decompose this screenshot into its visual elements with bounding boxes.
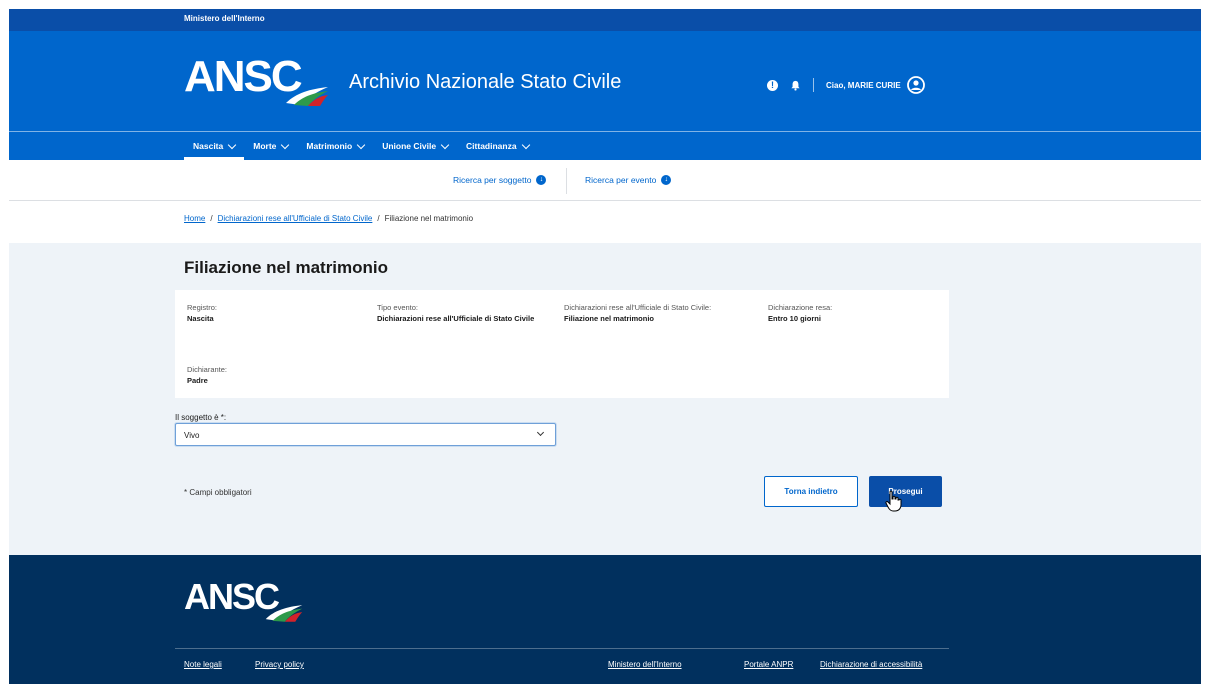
field-label: Dichiarante: bbox=[187, 365, 228, 374]
flag-swoosh-icon bbox=[265, 605, 303, 622]
bell-icon[interactable] bbox=[790, 80, 801, 91]
user-menu[interactable]: Ciao, MARIE CURIE bbox=[826, 76, 925, 94]
user-greeting: Ciao, MARIE CURIE bbox=[826, 80, 901, 90]
site-footer: ANSC Note legali Privacy policy Minister… bbox=[9, 555, 1201, 684]
field-value: Filiazione nel matrimonio bbox=[564, 314, 655, 323]
search-by-subject-link[interactable]: Ricerca per soggetto ↓ bbox=[453, 175, 547, 185]
search-by-event-link[interactable]: Ricerca per evento ↓ bbox=[585, 175, 672, 185]
field-label: Tipo evento: bbox=[377, 303, 418, 312]
breadcrumb-current: Filiazione nel matrimonio bbox=[384, 214, 474, 223]
ministry-link[interactable]: Ministero dell'Interno bbox=[184, 14, 265, 23]
subnav-divider bbox=[566, 168, 567, 194]
nav-label: Cittadinanza bbox=[466, 141, 517, 151]
site-header: ANSC Archivio Nazionale Stato Civile ! C… bbox=[9, 31, 1201, 131]
select-value: Vivo bbox=[184, 431, 200, 440]
main-nav: Nascita Morte Matrimonio Unione Civile C… bbox=[9, 131, 1201, 160]
field-registro: Registro: Nascita bbox=[187, 302, 217, 324]
search-subnav: Ricerca per soggetto ↓ Ricerca per event… bbox=[9, 160, 1201, 201]
site-title: Archivio Nazionale Stato Civile bbox=[349, 71, 622, 93]
required-fields-note: * Campi obbligatori bbox=[184, 488, 252, 497]
nav-item-unione-civile[interactable]: Unione Civile bbox=[373, 132, 457, 160]
nav-label: Matrimonio bbox=[306, 141, 353, 151]
footer-link-privacy[interactable]: Privacy policy bbox=[255, 660, 304, 669]
breadcrumb-separator: / bbox=[377, 214, 380, 223]
field-value: Nascita bbox=[187, 314, 214, 323]
field-value: Entro 10 giorni bbox=[768, 314, 821, 323]
header-actions: ! Ciao, MARIE CURIE bbox=[767, 76, 925, 94]
link-label: Ricerca per evento bbox=[585, 175, 657, 185]
nav-label: Morte bbox=[253, 141, 277, 151]
field-value: Padre bbox=[187, 376, 208, 385]
chevron-down-icon bbox=[536, 428, 545, 437]
main-content: Filiazione nel matrimonio Registro: Nasc… bbox=[9, 243, 1201, 555]
breadcrumb-separator: / bbox=[210, 214, 213, 223]
footer-link-legal[interactable]: Note legali bbox=[184, 660, 222, 669]
nav-item-matrimonio[interactable]: Matrimonio bbox=[297, 132, 373, 160]
app-frame: Ministero dell'Interno ANSC Archivio Naz… bbox=[9, 9, 1201, 684]
nav-item-cittadinanza[interactable]: Cittadinanza bbox=[457, 132, 538, 160]
field-dichiarante: Dichiarante: Padre bbox=[187, 364, 227, 386]
chevron-down-icon bbox=[281, 140, 290, 149]
field-label: Dichiarazioni rese all'Ufficiale di Stat… bbox=[564, 303, 712, 312]
arrow-down-circle-icon: ↓ bbox=[661, 175, 672, 185]
footer-link-ministry[interactable]: Ministero dell'Interno bbox=[608, 660, 682, 669]
chevron-down-icon bbox=[228, 140, 237, 149]
soggetto-select[interactable]: Vivo bbox=[175, 423, 556, 446]
footer-link-anpr[interactable]: Portale ANPR bbox=[744, 660, 793, 669]
field-label: Dichiarazione resa: bbox=[768, 303, 833, 312]
flag-swoosh-icon bbox=[286, 87, 328, 106]
link-label: Ricerca per soggetto bbox=[453, 175, 532, 185]
field-value: Dichiarazioni rese all'Ufficiale di Stat… bbox=[377, 314, 535, 323]
nav-label: Unione Civile bbox=[382, 141, 437, 151]
soggetto-label: Il soggetto è *: bbox=[175, 413, 227, 422]
field-tipo-evento: Tipo evento: Dichiarazioni rese all'Uffi… bbox=[377, 302, 552, 324]
breadcrumb: Home / Dichiarazioni rese all'Ufficiale … bbox=[184, 214, 473, 223]
ansc-logo[interactable]: ANSC bbox=[184, 55, 334, 111]
next-button[interactable]: Prosegui bbox=[869, 476, 942, 507]
breadcrumb-home[interactable]: Home bbox=[184, 214, 205, 223]
summary-card: Registro: Nascita Tipo evento: Dichiaraz… bbox=[175, 290, 949, 398]
chevron-down-icon bbox=[356, 140, 366, 149]
chevron-down-icon bbox=[521, 140, 530, 149]
breadcrumb-parent[interactable]: Dichiarazioni rese all'Ufficiale di Stat… bbox=[218, 214, 373, 223]
nav-item-nascita[interactable]: Nascita bbox=[184, 132, 245, 160]
hand-cursor-icon bbox=[885, 490, 902, 512]
nav-item-morte[interactable]: Morte bbox=[244, 132, 297, 160]
nav-label: Nascita bbox=[193, 141, 224, 151]
user-avatar-icon bbox=[906, 76, 925, 94]
page-title: Filiazione nel matrimonio bbox=[184, 258, 389, 277]
field-dichiarazioni: Dichiarazioni rese all'Ufficiale di Stat… bbox=[564, 302, 754, 324]
chevron-down-icon bbox=[440, 140, 450, 149]
info-icon[interactable]: ! bbox=[767, 79, 778, 91]
back-button[interactable]: Torna indietro bbox=[764, 476, 858, 507]
header-separator bbox=[813, 78, 814, 92]
slim-header: Ministero dell'Interno bbox=[9, 9, 1201, 31]
field-dichiarazione-resa: Dichiarazione resa: Entro 10 giorni bbox=[768, 302, 832, 324]
footer-divider bbox=[175, 648, 949, 649]
arrow-down-circle-icon: ↓ bbox=[536, 175, 547, 185]
footer-link-accessibility[interactable]: Dichiarazione di accessibilità bbox=[820, 660, 922, 669]
footer-logo[interactable]: ANSC bbox=[184, 579, 324, 629]
field-label: Registro: bbox=[187, 303, 218, 312]
